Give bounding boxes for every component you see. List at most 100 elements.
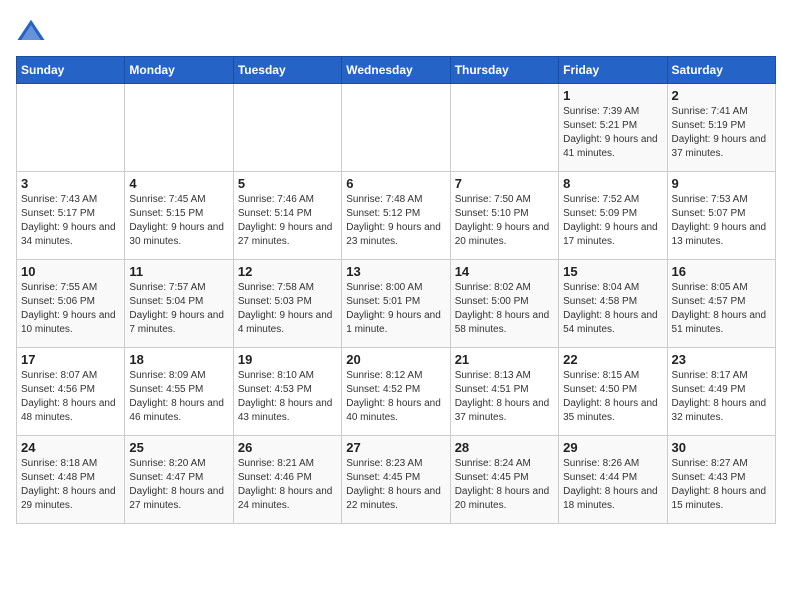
calendar-cell <box>342 84 450 172</box>
calendar-cell: 30 Sunrise: 8:27 AM Sunset: 4:43 PM Dayli… <box>667 436 775 524</box>
col-header-wednesday: Wednesday <box>342 57 450 84</box>
day-info: Sunrise: 7:39 AM Sunset: 5:21 PM Dayligh… <box>563 105 662 161</box>
col-header-sunday: Sunday <box>17 57 125 84</box>
calendar-cell: 14 Sunrise: 8:02 AM Sunset: 5:00 PM Dayli… <box>450 260 558 348</box>
calendar-cell: 28 Sunrise: 8:24 AM Sunset: 4:45 PM Dayli… <box>450 436 558 524</box>
day-number: 19 <box>238 352 337 367</box>
calendar-cell: 6 Sunrise: 7:48 AM Sunset: 5:12 PM Daylig… <box>342 172 450 260</box>
day-info: Sunrise: 8:05 AM Sunset: 4:57 PM Dayligh… <box>672 281 771 337</box>
day-number: 13 <box>346 264 445 279</box>
col-header-tuesday: Tuesday <box>233 57 341 84</box>
day-info: Sunrise: 7:53 AM Sunset: 5:07 PM Dayligh… <box>672 193 771 249</box>
calendar-cell <box>233 84 341 172</box>
calendar-cell: 20 Sunrise: 8:12 AM Sunset: 4:52 PM Dayli… <box>342 348 450 436</box>
day-number: 22 <box>563 352 662 367</box>
day-info: Sunrise: 8:07 AM Sunset: 4:56 PM Dayligh… <box>21 369 120 425</box>
calendar-cell: 11 Sunrise: 7:57 AM Sunset: 5:04 PM Dayli… <box>125 260 233 348</box>
calendar-cell: 29 Sunrise: 8:26 AM Sunset: 4:44 PM Dayli… <box>559 436 667 524</box>
calendar-cell: 27 Sunrise: 8:23 AM Sunset: 4:45 PM Dayli… <box>342 436 450 524</box>
day-number: 25 <box>129 440 228 455</box>
day-number: 15 <box>563 264 662 279</box>
calendar-cell: 26 Sunrise: 8:21 AM Sunset: 4:46 PM Dayli… <box>233 436 341 524</box>
day-info: Sunrise: 8:27 AM Sunset: 4:43 PM Dayligh… <box>672 457 771 513</box>
logo <box>16 16 50 46</box>
day-info: Sunrise: 8:24 AM Sunset: 4:45 PM Dayligh… <box>455 457 554 513</box>
col-header-thursday: Thursday <box>450 57 558 84</box>
day-number: 26 <box>238 440 337 455</box>
day-info: Sunrise: 7:48 AM Sunset: 5:12 PM Dayligh… <box>346 193 445 249</box>
calendar-week-row: 1Sunrise: 7:39 AM Sunset: 5:21 PM Daylig… <box>17 84 776 172</box>
calendar-header-row: SundayMondayTuesdayWednesdayThursdayFrid… <box>17 57 776 84</box>
calendar-cell: 2 Sunrise: 7:41 AM Sunset: 5:19 PM Daylig… <box>667 84 775 172</box>
day-number: 14 <box>455 264 554 279</box>
day-info: Sunrise: 8:02 AM Sunset: 5:00 PM Dayligh… <box>455 281 554 337</box>
day-number: 29 <box>563 440 662 455</box>
day-info: Sunrise: 7:41 AM Sunset: 5:19 PM Dayligh… <box>672 105 771 161</box>
col-header-saturday: Saturday <box>667 57 775 84</box>
day-info: Sunrise: 8:13 AM Sunset: 4:51 PM Dayligh… <box>455 369 554 425</box>
day-number: 21 <box>455 352 554 367</box>
day-info: Sunrise: 7:50 AM Sunset: 5:10 PM Dayligh… <box>455 193 554 249</box>
day-info: Sunrise: 8:21 AM Sunset: 4:46 PM Dayligh… <box>238 457 337 513</box>
day-info: Sunrise: 8:15 AM Sunset: 4:50 PM Dayligh… <box>563 369 662 425</box>
calendar-cell: 18 Sunrise: 8:09 AM Sunset: 4:55 PM Dayli… <box>125 348 233 436</box>
day-info: Sunrise: 7:52 AM Sunset: 5:09 PM Dayligh… <box>563 193 662 249</box>
calendar-table: SundayMondayTuesdayWednesdayThursdayFrid… <box>16 56 776 524</box>
calendar-cell: 21 Sunrise: 8:13 AM Sunset: 4:51 PM Dayli… <box>450 348 558 436</box>
calendar-week-row: 3 Sunrise: 7:43 AM Sunset: 5:17 PM Daylig… <box>17 172 776 260</box>
day-number: 9 <box>672 176 771 191</box>
day-number: 7 <box>455 176 554 191</box>
day-number: 8 <box>563 176 662 191</box>
day-info: Sunrise: 8:04 AM Sunset: 4:58 PM Dayligh… <box>563 281 662 337</box>
calendar-cell: 7 Sunrise: 7:50 AM Sunset: 5:10 PM Daylig… <box>450 172 558 260</box>
day-number: 11 <box>129 264 228 279</box>
page-header <box>16 16 776 46</box>
day-info: Sunrise: 7:43 AM Sunset: 5:17 PM Dayligh… <box>21 193 120 249</box>
day-info: Sunrise: 7:58 AM Sunset: 5:03 PM Dayligh… <box>238 281 337 337</box>
calendar-week-row: 10 Sunrise: 7:55 AM Sunset: 5:06 PM Dayli… <box>17 260 776 348</box>
calendar-cell: 10 Sunrise: 7:55 AM Sunset: 5:06 PM Dayli… <box>17 260 125 348</box>
day-number: 10 <box>21 264 120 279</box>
calendar-cell: 25Sunrise: 8:20 AM Sunset: 4:47 PM Dayli… <box>125 436 233 524</box>
day-number: 5 <box>238 176 337 191</box>
calendar-cell: 9 Sunrise: 7:53 AM Sunset: 5:07 PM Daylig… <box>667 172 775 260</box>
calendar-cell: 3 Sunrise: 7:43 AM Sunset: 5:17 PM Daylig… <box>17 172 125 260</box>
calendar-cell: 12 Sunrise: 7:58 AM Sunset: 5:03 PM Dayli… <box>233 260 341 348</box>
calendar-cell <box>17 84 125 172</box>
day-number: 24 <box>21 440 120 455</box>
day-number: 27 <box>346 440 445 455</box>
day-number: 12 <box>238 264 337 279</box>
day-number: 4 <box>129 176 228 191</box>
calendar-week-row: 17Sunrise: 8:07 AM Sunset: 4:56 PM Dayli… <box>17 348 776 436</box>
calendar-cell: 24Sunrise: 8:18 AM Sunset: 4:48 PM Dayli… <box>17 436 125 524</box>
calendar-cell: 13Sunrise: 8:00 AM Sunset: 5:01 PM Dayli… <box>342 260 450 348</box>
day-info: Sunrise: 8:12 AM Sunset: 4:52 PM Dayligh… <box>346 369 445 425</box>
day-number: 28 <box>455 440 554 455</box>
calendar-week-row: 24Sunrise: 8:18 AM Sunset: 4:48 PM Dayli… <box>17 436 776 524</box>
day-number: 18 <box>129 352 228 367</box>
logo-icon <box>16 16 46 46</box>
day-info: Sunrise: 7:57 AM Sunset: 5:04 PM Dayligh… <box>129 281 228 337</box>
calendar-cell: 19 Sunrise: 8:10 AM Sunset: 4:53 PM Dayli… <box>233 348 341 436</box>
day-info: Sunrise: 8:10 AM Sunset: 4:53 PM Dayligh… <box>238 369 337 425</box>
day-number: 2 <box>672 88 771 103</box>
col-header-friday: Friday <box>559 57 667 84</box>
day-info: Sunrise: 8:26 AM Sunset: 4:44 PM Dayligh… <box>563 457 662 513</box>
day-info: Sunrise: 8:09 AM Sunset: 4:55 PM Dayligh… <box>129 369 228 425</box>
calendar-cell: 22 Sunrise: 8:15 AM Sunset: 4:50 PM Dayli… <box>559 348 667 436</box>
day-number: 23 <box>672 352 771 367</box>
calendar-cell: 17Sunrise: 8:07 AM Sunset: 4:56 PM Dayli… <box>17 348 125 436</box>
calendar-cell: 5Sunrise: 7:46 AM Sunset: 5:14 PM Daylig… <box>233 172 341 260</box>
calendar-cell: 4 Sunrise: 7:45 AM Sunset: 5:15 PM Daylig… <box>125 172 233 260</box>
day-info: Sunrise: 8:23 AM Sunset: 4:45 PM Dayligh… <box>346 457 445 513</box>
calendar-cell <box>125 84 233 172</box>
day-number: 30 <box>672 440 771 455</box>
day-info: Sunrise: 7:55 AM Sunset: 5:06 PM Dayligh… <box>21 281 120 337</box>
calendar-cell: 16 Sunrise: 8:05 AM Sunset: 4:57 PM Dayli… <box>667 260 775 348</box>
day-number: 6 <box>346 176 445 191</box>
day-number: 16 <box>672 264 771 279</box>
calendar-cell: 8 Sunrise: 7:52 AM Sunset: 5:09 PM Daylig… <box>559 172 667 260</box>
day-number: 20 <box>346 352 445 367</box>
day-number: 3 <box>21 176 120 191</box>
day-info: Sunrise: 7:45 AM Sunset: 5:15 PM Dayligh… <box>129 193 228 249</box>
